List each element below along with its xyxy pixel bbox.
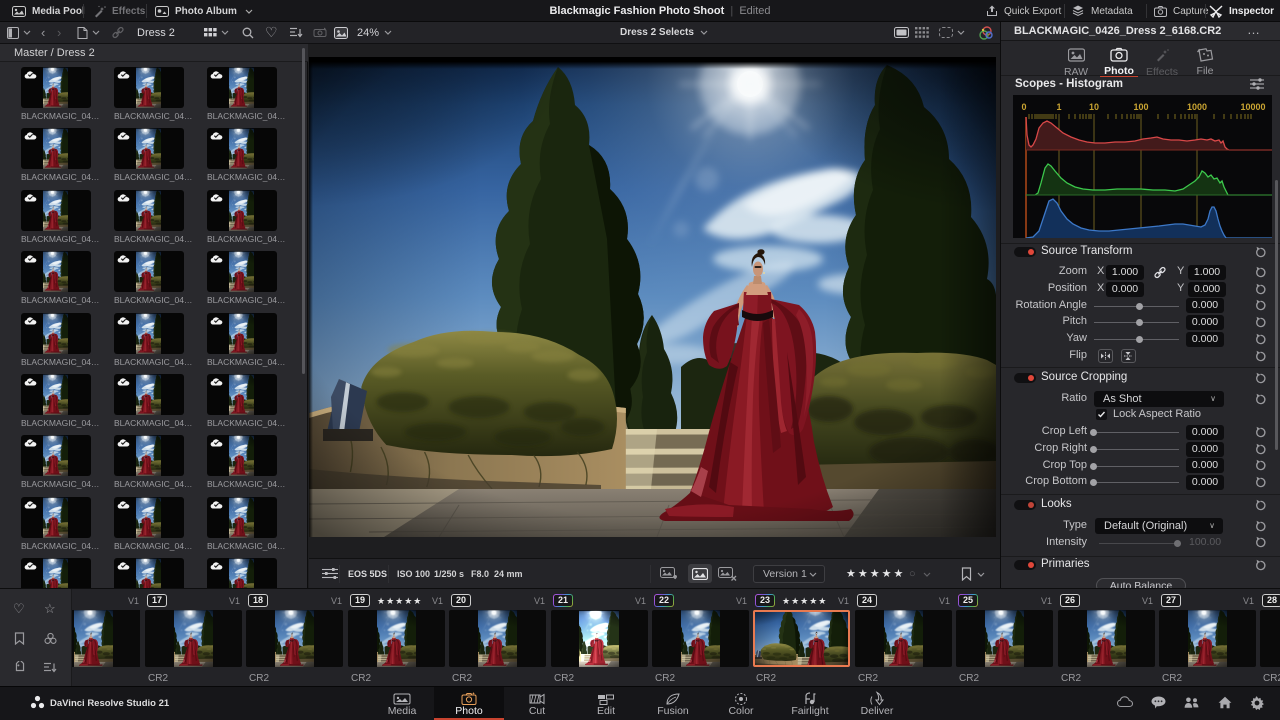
svg-text:10: 10	[1089, 102, 1099, 112]
svg-text:100: 100	[1133, 102, 1148, 112]
svg-text:1: 1	[1056, 102, 1061, 112]
svg-text:0: 0	[1021, 102, 1026, 112]
svg-text:1000: 1000	[1187, 102, 1207, 112]
svg-text:10000: 10000	[1240, 102, 1265, 112]
